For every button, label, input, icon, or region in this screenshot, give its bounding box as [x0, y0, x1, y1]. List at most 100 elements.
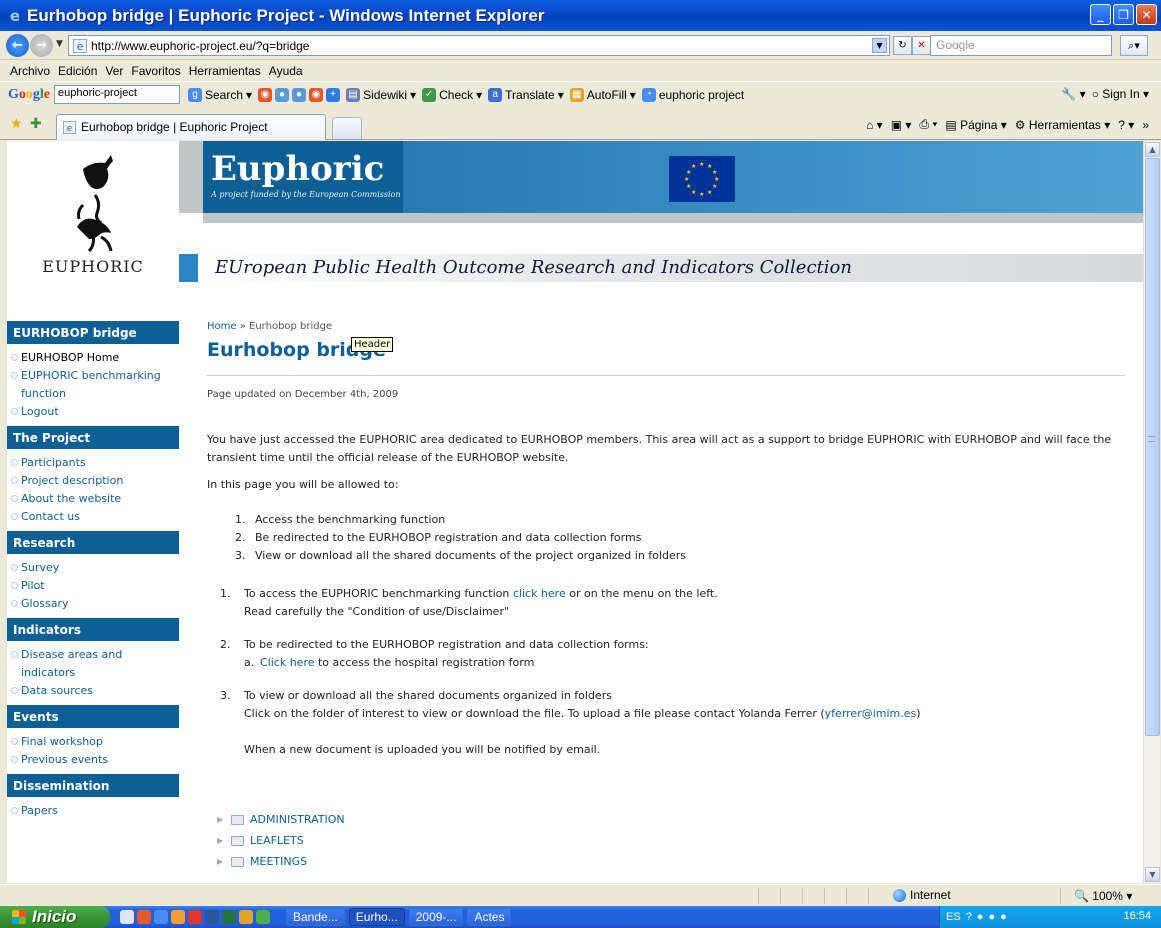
scroll-up-icon[interactable]: ▲ — [1145, 142, 1160, 157]
help-icon[interactable]: ? ▾ — [1118, 118, 1134, 132]
excel-icon[interactable] — [222, 910, 236, 924]
breadcrumb-home-link[interactable]: Home — [207, 321, 237, 332]
address-dropdown-icon[interactable]: ▼ — [872, 38, 887, 53]
app-icon[interactable] — [256, 910, 270, 924]
sidebar-item-final-workshop[interactable]: Final workshop — [7, 733, 179, 751]
autofill-button[interactable]: ▦ AutoFill ▾ — [569, 87, 636, 102]
menu-ayuda[interactable]: Ayuda — [269, 64, 303, 78]
sidebar-item-project-description[interactable]: Project description — [7, 472, 179, 490]
quick-launch — [120, 910, 270, 924]
app-icon[interactable] — [188, 910, 202, 924]
tab-eurhobop[interactable]: e Eurhobop bridge | Euphoric Project — [56, 114, 326, 140]
task-2009[interactable]: 2009-... — [408, 908, 464, 926]
app-icon[interactable] — [154, 910, 168, 924]
site-logo[interactable]: EUPHORIC — [7, 141, 179, 294]
check-button[interactable]: ✓ Check ▾ — [422, 87, 482, 102]
maximize-button[interactable]: ❐ — [1113, 4, 1134, 25]
google-search-input[interactable]: euphoric-project — [54, 85, 180, 104]
vertical-scrollbar[interactable]: ▲ ▼ — [1143, 141, 1160, 883]
stop-button[interactable]: ✕ — [912, 36, 931, 55]
task-label: 2009-... — [415, 910, 457, 924]
signin-button[interactable]: ○ Sign In ▾ — [1092, 87, 1149, 101]
scroll-thumb[interactable] — [1145, 158, 1160, 736]
email-link[interactable]: yferrer@imim.es — [825, 707, 917, 720]
sidebar-item-survey[interactable]: Survey — [7, 559, 179, 577]
home-icon[interactable]: ⌂ ▾ — [866, 118, 883, 132]
research-icon[interactable]: » — [1142, 118, 1149, 132]
app-icon[interactable] — [171, 910, 185, 924]
app-icon[interactable] — [137, 910, 151, 924]
sidebar-item-benchmarking[interactable]: EUPHORIC benchmarking function — [7, 367, 179, 403]
sidebar-item-previous-events[interactable]: Previous events — [7, 751, 179, 769]
word-icon[interactable] — [205, 910, 219, 924]
hospital-registration-link[interactable]: Click here — [260, 656, 315, 669]
start-button[interactable]: Inicio — [0, 906, 110, 928]
sidebar-item-data-sources[interactable]: Data sources — [7, 682, 179, 700]
tray-icon[interactable]: ● — [988, 911, 995, 923]
sidebar-item-contact[interactable]: Contact us — [7, 508, 179, 526]
folder-meetings[interactable]: ▶ MEETINGS — [217, 851, 345, 872]
menu-archivo[interactable]: Archivo — [10, 64, 50, 78]
sidebar-item-logout[interactable]: Logout — [7, 403, 179, 421]
tray-icon[interactable]: ● — [977, 911, 984, 923]
translate-button[interactable]: a Translate ▾ — [488, 87, 564, 102]
app-icon[interactable] — [239, 910, 253, 924]
search-input[interactable]: Google — [930, 35, 1112, 56]
forward-button[interactable]: → — [30, 34, 53, 57]
favorites-star-icon[interactable]: ★ — [10, 116, 23, 132]
window-title-bar[interactable]: e Eurhobop bridge | Euphoric Project - W… — [0, 0, 1161, 31]
refresh-button[interactable]: ↻ — [893, 36, 912, 55]
tray-icon[interactable]: ● — [1000, 911, 1007, 923]
address-input[interactable]: e http://www.euphoric-project.eu/?q=brid… — [68, 35, 890, 56]
benchmarking-click-here-link[interactable]: click here — [513, 587, 566, 600]
clock: 16:54 — [1123, 910, 1151, 922]
header-brand[interactable]: Euphoric A project funded by the Europea… — [203, 141, 403, 213]
task-bande[interactable]: Bande... — [286, 908, 345, 926]
history-dropdown-icon[interactable]: ▼ — [56, 39, 63, 49]
menu-herramientas[interactable]: Herramientas — [189, 64, 261, 78]
sidebar-item-eurhobop-home[interactable]: EURHOBOP Home — [7, 349, 179, 367]
expand-icon[interactable]: ▶ — [217, 830, 231, 851]
task-eurho[interactable]: Eurho... — [348, 908, 405, 926]
folder-leaflets[interactable]: ▶ LEAFLETS — [217, 830, 345, 851]
wrench-icon[interactable]: 🔧 ▾ — [1061, 87, 1085, 101]
menu-favoritos[interactable]: Favoritos — [131, 64, 180, 78]
sidebar-item-pilot[interactable]: Pilot — [7, 577, 179, 595]
scroll-down-icon[interactable]: ▼ — [1145, 867, 1160, 882]
back-button[interactable]: ← — [6, 34, 29, 57]
tools-menu-button[interactable]: ⚙ Herramientas ▾ — [1015, 118, 1110, 132]
google-search-button[interactable]: g Search ▾ — [188, 87, 252, 102]
menu-ver[interactable]: Ver — [105, 64, 123, 78]
help-tray-icon[interactable]: ? — [966, 911, 972, 923]
zoom-control[interactable]: 🔍 100% ▾ — [1074, 889, 1132, 903]
page-menu-button[interactable]: ▤ Página ▾ — [945, 118, 1006, 132]
intro-paragraph: You have just accessed the EUPHORIC area… — [207, 433, 1112, 464]
minimize-button[interactable]: _ — [1090, 4, 1111, 25]
language-indicator[interactable]: ES — [946, 911, 961, 923]
add-favorites-icon[interactable]: ✚ — [30, 116, 42, 132]
sidebar-item-papers[interactable]: Papers — [7, 802, 179, 820]
expand-icon[interactable]: ▶ — [217, 851, 231, 872]
media-player-icon[interactable] — [120, 910, 134, 924]
security-zone[interactable]: Internet — [893, 888, 951, 902]
url-text[interactable]: http://www.euphoric-project.eu/?q=bridge — [91, 39, 309, 53]
print-icon[interactable]: ⎙ ▾ — [919, 117, 937, 132]
folder-administration[interactable]: ▶ ADMINISTRATION — [217, 809, 345, 830]
step-text: To access the EUPHORIC benchmarking func… — [244, 587, 513, 600]
sidewiki-button[interactable]: ▤ Sidewiki ▾ — [346, 87, 416, 102]
bookmark-button[interactable]: ◔ euphoric project — [641, 87, 744, 102]
sidebar-heading-indicators: Indicators — [7, 618, 179, 642]
search-go-button[interactable]: ⌕▾ — [1120, 35, 1148, 56]
task-actes[interactable]: Actes — [467, 908, 512, 926]
sidebar-item-glossary[interactable]: Glossary — [7, 595, 179, 613]
toolbar-icons[interactable]: ◉ ● ● ◉ + — [258, 87, 341, 102]
close-button[interactable]: ✕ — [1136, 4, 1157, 25]
new-tab-button[interactable] — [332, 117, 362, 139]
sidebar-item-about[interactable]: About the website — [7, 490, 179, 508]
expand-icon[interactable]: ▶ — [217, 809, 231, 830]
feeds-icon[interactable]: ▣ ▾ — [891, 118, 912, 132]
sidebar-item-participants[interactable]: Participants — [7, 454, 179, 472]
menu-edicion[interactable]: Edición — [58, 64, 97, 78]
step-text: To view or download all the shared docum… — [244, 689, 612, 702]
sidebar-item-disease-areas[interactable]: Disease areas and indicators — [7, 646, 179, 682]
